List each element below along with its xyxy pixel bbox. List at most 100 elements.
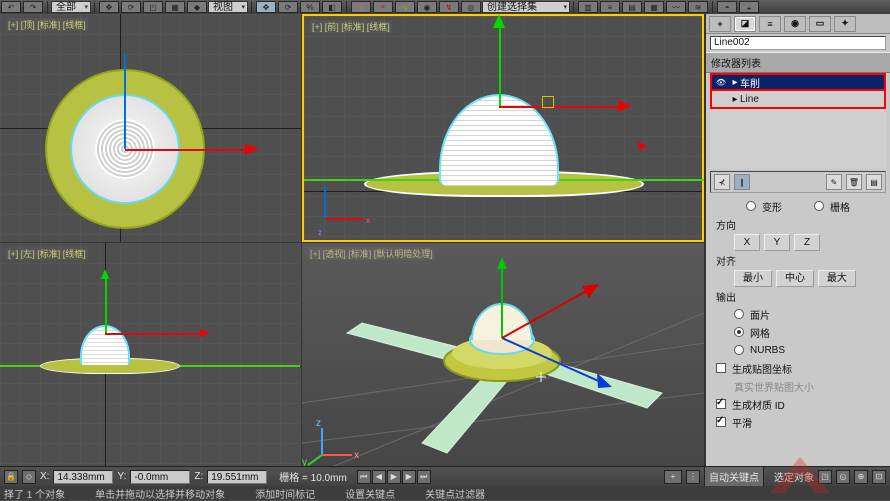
viewport-label: [+] [左] [标准] [线框] bbox=[6, 247, 88, 260]
goto-end-icon[interactable]: ⏭ bbox=[417, 470, 431, 484]
snap-move-icon[interactable]: ✥ bbox=[256, 1, 276, 13]
coord-z-field[interactable]: 19.551mm bbox=[207, 470, 267, 484]
next-frame-icon[interactable]: ▶ bbox=[402, 470, 416, 484]
set-key[interactable]: 设置关键点 bbox=[345, 486, 395, 501]
remove-mod-icon[interactable]: 🗑 bbox=[846, 174, 862, 190]
tab-display-icon[interactable]: ▭ bbox=[809, 16, 831, 32]
material-icon[interactable]: ◒ bbox=[739, 1, 759, 13]
label-genmap: 生成贴图坐标 bbox=[732, 361, 792, 376]
section-direction: 方向 bbox=[716, 217, 736, 232]
graph-icon[interactable]: ≋ bbox=[688, 1, 708, 13]
hint-text: 单击并拖动以选择并移动对象 bbox=[95, 486, 225, 501]
z-label: Z: bbox=[194, 471, 203, 482]
named-sel-dropdown[interactable]: 创建选择集 bbox=[482, 1, 570, 13]
key-filter[interactable]: 关键点过滤器 bbox=[425, 486, 485, 501]
play-icon[interactable]: ▶ bbox=[387, 470, 401, 484]
x-label: X: bbox=[40, 471, 49, 482]
coord-bar: 🔒 ◇ X: 14.338mm Y: -0.0mm Z: 19.551mm 栅格… bbox=[0, 466, 890, 486]
chk-matid[interactable] bbox=[716, 399, 726, 409]
align-min-button[interactable]: 最小 bbox=[734, 270, 772, 287]
eye-icon[interactable]: 👁 bbox=[714, 75, 728, 89]
section-output: 输出 bbox=[716, 289, 736, 304]
move-icon[interactable]: ✥ bbox=[99, 1, 119, 13]
viewport-label: [+] [前] [标准] [线框] bbox=[310, 20, 392, 33]
rotate-icon[interactable]: ⟳ bbox=[121, 1, 141, 13]
modifier-row-line[interactable]: ▸ Line bbox=[710, 91, 886, 109]
viewport-front[interactable]: z x [+] [前] [标准] [线框] bbox=[302, 14, 704, 242]
filter-all-dropdown[interactable]: 全部 bbox=[51, 1, 91, 13]
autokey-button[interactable]: 自动关键点 bbox=[704, 466, 764, 487]
radio-patch[interactable] bbox=[734, 309, 744, 319]
coord-dropdown[interactable]: 视图 bbox=[208, 1, 248, 13]
align-icon[interactable]: ≡ bbox=[600, 1, 620, 13]
modifier-stack[interactable]: 👁 ▸ 车削 ▸ Line bbox=[710, 73, 886, 169]
chk-smooth[interactable] bbox=[716, 417, 726, 427]
scene-icon[interactable]: ▦ bbox=[644, 1, 664, 13]
axis-y-button[interactable]: Y bbox=[764, 234, 790, 251]
modifier-row-lathe[interactable]: 👁 ▸ 车削 bbox=[710, 73, 886, 91]
pin-stack-icon[interactable]: ⊀ bbox=[714, 174, 730, 190]
key-mode-icon[interactable]: ⋮ bbox=[686, 470, 700, 484]
scale-icon[interactable]: ◰ bbox=[143, 1, 163, 13]
svg-text:x: x bbox=[354, 450, 359, 461]
snap-tool-icon[interactable]: ◧ bbox=[322, 1, 342, 13]
chk-genmap[interactable] bbox=[716, 363, 726, 373]
num-3-icon[interactable]: 3 bbox=[351, 1, 371, 13]
show-end-result-icon[interactable]: ∥ bbox=[734, 174, 750, 190]
axis-x-button[interactable]: X bbox=[734, 234, 760, 251]
command-panel: + ◪ ≡ ◉ ▭ ✦ Line002 修改器列表 👁 ▸ 车削 ▸ Line … bbox=[706, 14, 890, 500]
align-center-button[interactable]: 中心 bbox=[776, 270, 814, 287]
viewport-perspective[interactable]: z x y [+] [透视] [标准] [默认明暗处理] bbox=[302, 243, 704, 467]
tab-create-icon[interactable]: + bbox=[709, 16, 731, 32]
eye-icon[interactable] bbox=[714, 92, 728, 106]
tab-hierarchy-icon[interactable]: ≡ bbox=[759, 16, 781, 32]
layer-icon[interactable]: ▤ bbox=[622, 1, 642, 13]
viewport-left[interactable]: [+] [左] [标准] [线框] bbox=[0, 243, 301, 467]
expand-icon[interactable]: ▸ bbox=[730, 94, 740, 105]
viewport-top[interactable]: [+] [顶] [标准] [线框] bbox=[0, 14, 301, 242]
snap-rotate-icon[interactable]: ⟳ bbox=[278, 1, 298, 13]
radio-deform[interactable] bbox=[746, 201, 756, 211]
align-max-button[interactable]: 最大 bbox=[818, 270, 856, 287]
object-name-field[interactable]: Line002 bbox=[710, 36, 886, 50]
coord-y-field[interactable]: -0.0mm bbox=[130, 470, 190, 484]
tool-icon[interactable]: ▦ bbox=[165, 1, 185, 13]
curve-icon[interactable]: 〰 bbox=[666, 1, 686, 13]
add-keys-icon[interactable]: + bbox=[664, 470, 682, 484]
radio-grid[interactable] bbox=[814, 201, 824, 211]
mirror-icon[interactable]: ▥ bbox=[578, 1, 598, 13]
label-mesh: 网格 bbox=[750, 325, 770, 340]
undo-icon[interactable]: ↶ bbox=[1, 1, 21, 13]
redo-icon[interactable]: ↷ bbox=[23, 1, 43, 13]
coord-x-field[interactable]: 14.338mm bbox=[53, 470, 113, 484]
coord-icon[interactable]: ◆ bbox=[187, 1, 207, 13]
tab-utilities-icon[interactable]: ✦ bbox=[834, 16, 856, 32]
nav2-icon[interactable]: ◵ bbox=[836, 470, 850, 484]
prev-frame-icon[interactable]: ◀ bbox=[372, 470, 386, 484]
goto-start-icon[interactable]: ⏮ bbox=[357, 470, 371, 484]
iso-icon[interactable]: ◇ bbox=[22, 470, 36, 484]
tag-time[interactable]: 添加时间标记 bbox=[255, 486, 315, 501]
radio-nurbs[interactable] bbox=[734, 345, 744, 355]
spline-icon[interactable]: ∿ bbox=[395, 1, 415, 13]
make-unique-icon[interactable]: ✎ bbox=[826, 174, 842, 190]
misc1-icon[interactable]: ◉ bbox=[417, 1, 437, 13]
label-matid: 生成材质 ID bbox=[732, 397, 785, 412]
axis-z-button[interactable]: Z bbox=[794, 234, 820, 251]
tab-modify-icon[interactable]: ◪ bbox=[734, 16, 756, 32]
modifier-list-header[interactable]: 修改器列表 bbox=[706, 52, 890, 73]
misc2-icon[interactable]: ↯ bbox=[439, 1, 459, 13]
lock-icon[interactable]: 🔒 bbox=[4, 470, 18, 484]
misc3-icon[interactable]: ◎ bbox=[461, 1, 481, 13]
configure-icon[interactable]: ▤ bbox=[866, 174, 882, 190]
radio-mesh[interactable] bbox=[734, 327, 744, 337]
grid-readout: 栅格 = 10.0mm bbox=[279, 469, 347, 484]
nav4-icon[interactable]: ⊡ bbox=[872, 470, 886, 484]
snap-percent-icon[interactable]: % bbox=[300, 1, 320, 13]
render-icon[interactable]: ◓ bbox=[717, 1, 737, 13]
label-smooth: 平滑 bbox=[732, 415, 752, 430]
mag-icon[interactable]: ⌕ bbox=[373, 1, 393, 13]
nav3-icon[interactable]: ⊕ bbox=[854, 470, 868, 484]
tab-motion-icon[interactable]: ◉ bbox=[784, 16, 806, 32]
expand-icon[interactable]: ▸ bbox=[730, 77, 740, 88]
